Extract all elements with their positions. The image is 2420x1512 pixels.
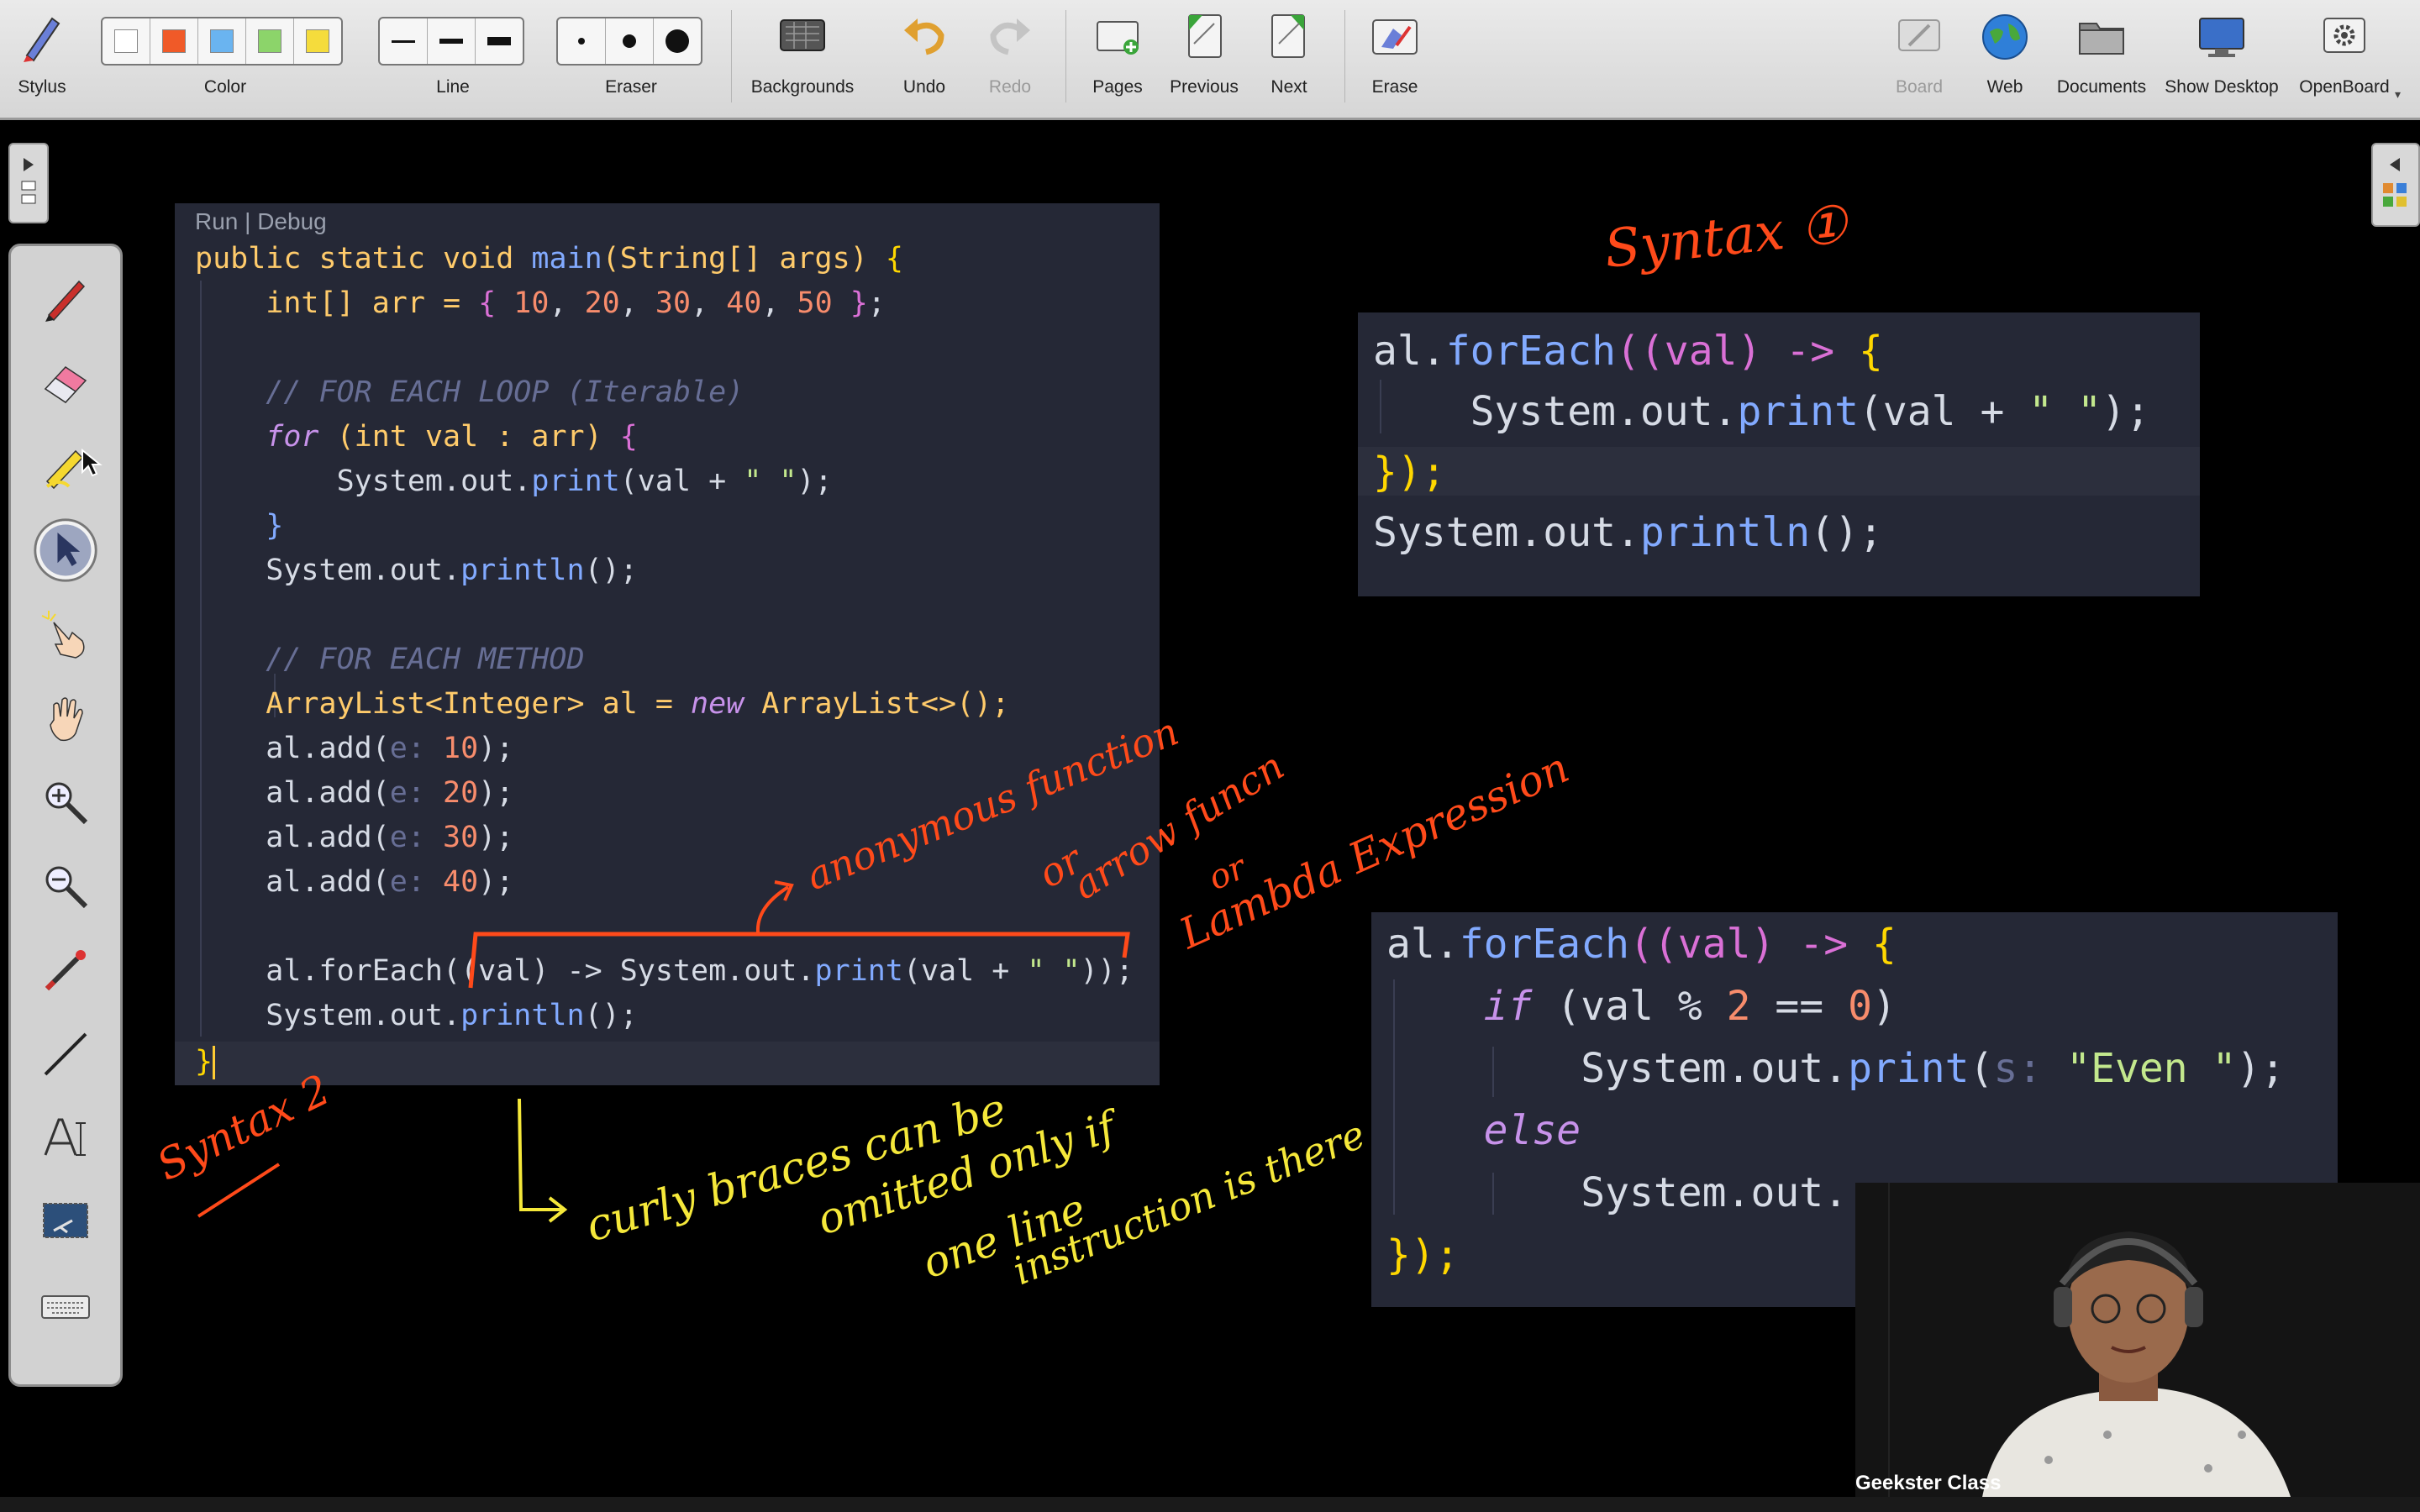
syntax2-annotation: Syntax 2	[150, 1065, 338, 1190]
webcam-video	[1855, 1183, 2420, 1502]
note-arrow	[518, 1098, 563, 1211]
annotation-arrow	[755, 885, 790, 933]
bottom-bar	[0, 1497, 2420, 1512]
webcam-name-label: Geekster Class	[1855, 1472, 2002, 1494]
mouse-pointer-icon	[82, 449, 103, 477]
lambda-bracket	[468, 932, 1130, 989]
syntax1-annotation: Syntax ①	[1602, 193, 1853, 280]
presenter-avatar	[1855, 1183, 2420, 1502]
